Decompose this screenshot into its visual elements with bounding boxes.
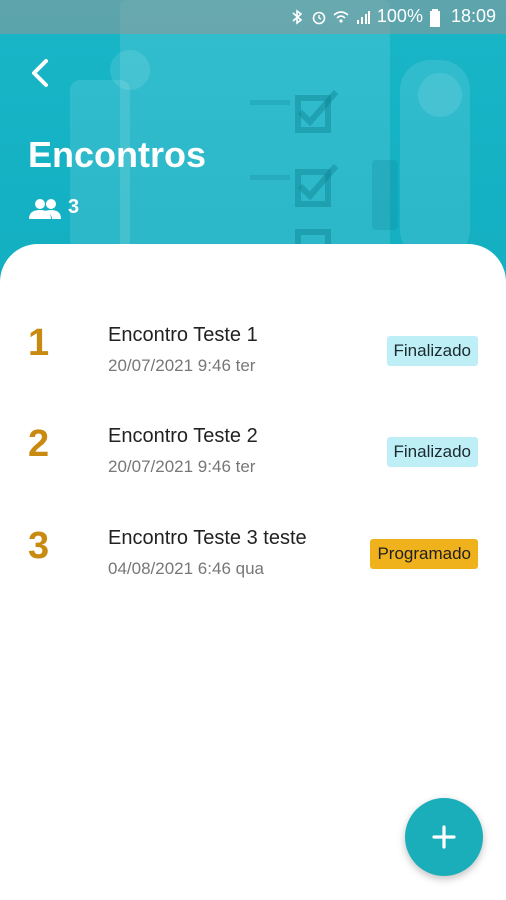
meeting-datetime: 20/07/2021 9:46 ter bbox=[108, 356, 256, 375]
meeting-row-2[interactable]: 2 Encontro Teste 2 20/07/2021 9:46 ter F… bbox=[0, 419, 506, 509]
meeting-number: 1 bbox=[28, 322, 50, 364]
status-bar: 100% 18:09 bbox=[0, 0, 506, 34]
signal-icon bbox=[355, 9, 371, 25]
add-meeting-button[interactable] bbox=[405, 798, 483, 876]
meeting-number: 3 bbox=[28, 525, 50, 567]
meeting-datetime: 20/07/2021 9:46 ter bbox=[108, 457, 256, 476]
plus-icon bbox=[432, 825, 456, 849]
status-badge: Finalizado bbox=[386, 336, 478, 366]
clock-time: 18:09 bbox=[450, 6, 496, 26]
meeting-name: Encontro Teste 2 bbox=[108, 425, 258, 447]
status-badge: Programado bbox=[370, 539, 478, 569]
members-count-value: 3 bbox=[68, 196, 80, 218]
back-button[interactable] bbox=[22, 56, 56, 90]
meeting-name: Encontro Teste 1 bbox=[108, 324, 258, 346]
battery-level: 100% bbox=[376, 6, 423, 26]
meeting-number: 2 bbox=[28, 423, 50, 465]
battery-icon bbox=[429, 8, 445, 27]
bluetooth-icon bbox=[289, 8, 305, 25]
wifi-icon bbox=[333, 9, 349, 25]
alarm-icon bbox=[311, 9, 327, 25]
status-icons: 100% 18:09 bbox=[289, 6, 496, 27]
page-title: Encontros bbox=[28, 134, 207, 175]
meeting-datetime: 04/08/2021 6:46 qua bbox=[108, 559, 264, 578]
meeting-row-3[interactable]: 3 Encontro Teste 3 teste 04/08/2021 6:46… bbox=[0, 521, 506, 611]
meeting-name: Encontro Teste 3 teste bbox=[108, 527, 307, 549]
status-badge: Finalizado bbox=[386, 437, 478, 467]
members-count: 3 bbox=[28, 196, 79, 219]
group-icon bbox=[29, 198, 61, 219]
arrow-back-icon bbox=[32, 59, 48, 87]
meeting-row-1[interactable]: 1 Encontro Teste 1 20/07/2021 9:46 ter F… bbox=[0, 318, 506, 408]
